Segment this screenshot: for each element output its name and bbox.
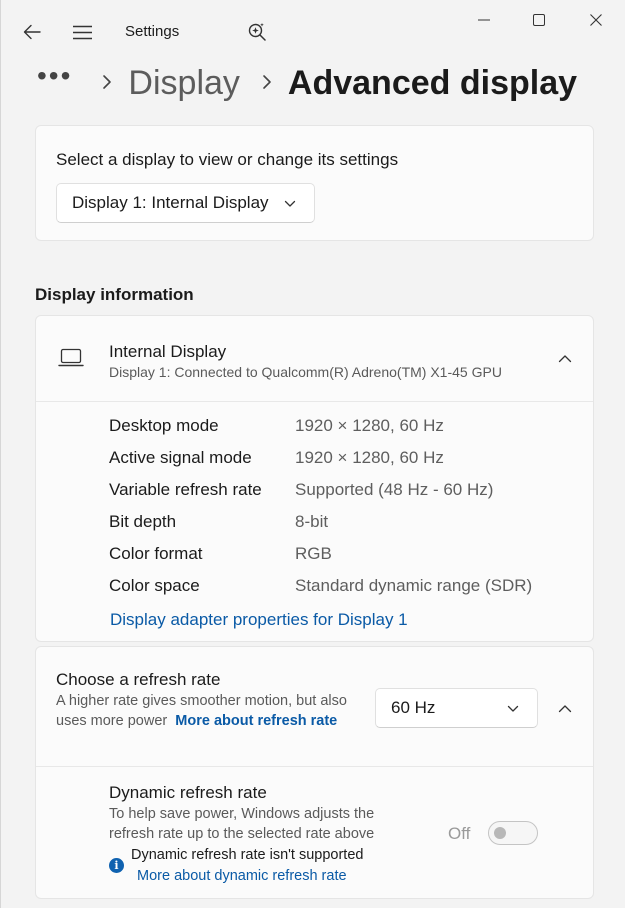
dynamic-refresh-notice: Dynamic refresh rate isn't supported [131,847,364,863]
property-value: Standard dynamic range (SDR) [295,576,533,595]
property-value: Supported (48 Hz - 60 Hz) [295,480,494,499]
property-name: Color space [109,576,200,595]
property-row: Active signal mode 1920 × 1280, 60 Hz [109,448,579,480]
property-name: Color format [109,544,203,563]
chevron-up-icon[interactable] [553,346,577,370]
display-select-dropdown[interactable]: Display 1: Internal Display [56,183,315,223]
hamburger-menu-icon [72,25,92,39]
dynamic-refresh-rate-title: Dynamic refresh rate [109,783,267,802]
chevron-up-icon[interactable] [553,696,577,720]
chevron-right-icon [262,70,272,96]
laptop-icon [58,348,84,373]
maximize-button[interactable] [510,0,568,40]
navigation-menu-button[interactable] [64,14,100,50]
chevron-down-icon [284,193,296,213]
breadcrumb-display-link[interactable]: Display [128,64,239,103]
toggle-state-label: Off [448,824,471,843]
info-icon: i [109,858,124,873]
chevron-right-icon [102,70,112,96]
chevron-down-icon [507,698,519,718]
property-name: Active signal mode [109,448,252,467]
dynamic-refresh-rate-toggle[interactable] [488,821,538,845]
refresh-rate-dropdown[interactable]: 60 Hz [375,688,538,728]
property-row: Color space Standard dynamic range (SDR) [109,576,579,608]
display-information-header: Display information [35,285,194,304]
breadcrumb: ••• Display Advanced display [37,58,577,108]
toggle-knob [494,827,506,839]
back-arrow-icon [23,24,41,40]
select-display-card: Select a display to view or change its s… [35,125,594,241]
close-icon [590,14,602,26]
property-value: 8-bit [295,512,329,531]
refresh-rate-expander-header: Choose a refresh rate A higher rate give… [36,647,593,767]
display-information-card: Internal Display Display 1: Connected to… [35,315,594,642]
select-display-label: Select a display to view or change its s… [56,150,399,169]
property-name: Desktop mode [109,416,219,435]
property-row: Desktop mode 1920 × 1280, 60 Hz [109,416,579,448]
display-name: Internal Display [109,342,227,361]
breadcrumb-more-button[interactable]: ••• [37,62,72,104]
more-about-dynamic-refresh-link[interactable]: More about dynamic refresh rate [137,868,347,884]
property-row: Bit depth 8-bit [109,512,579,544]
display-information-expander-header[interactable]: Internal Display Display 1: Connected to… [36,316,593,402]
back-button[interactable] [14,14,50,50]
dynamic-refresh-rate-description: To help save power, Windows adjusts the … [109,806,375,842]
property-value: 1920 × 1280, 60 Hz [295,448,444,467]
display-select-value: Display 1: Internal Display [72,193,269,212]
minimize-button[interactable] [455,0,513,40]
minimize-icon [478,19,490,21]
close-button[interactable] [567,0,625,40]
search-button[interactable] [239,13,275,49]
title-bar: Settings [1,0,625,60]
maximize-icon [533,14,545,26]
app-title: Settings [125,23,180,40]
display-connection-info: Display 1: Connected to Qualcomm(R) Adre… [109,364,502,380]
property-name: Bit depth [109,512,177,531]
search-sparkle-icon [248,23,266,41]
more-about-refresh-rate-link[interactable]: More about refresh rate [175,713,337,729]
property-value: 1920 × 1280, 60 Hz [295,416,444,435]
refresh-rate-card: Choose a refresh rate A higher rate give… [35,646,594,899]
property-value: RGB [295,544,332,563]
display-adapter-properties-link[interactable]: Display adapter properties for Display 1 [110,610,408,630]
settings-window: Settings ••• Display Advanced display Se… [0,0,625,908]
property-row: Variable refresh rate Supported (48 Hz -… [109,480,579,512]
refresh-rate-description: A higher rate gives smoother motion, but… [56,691,356,731]
property-name: Variable refresh rate [109,480,262,499]
property-row: Color format RGB [109,544,579,576]
refresh-rate-title: Choose a refresh rate [56,670,221,689]
page-title: Advanced display [287,63,578,102]
refresh-rate-value: 60 Hz [391,698,436,717]
